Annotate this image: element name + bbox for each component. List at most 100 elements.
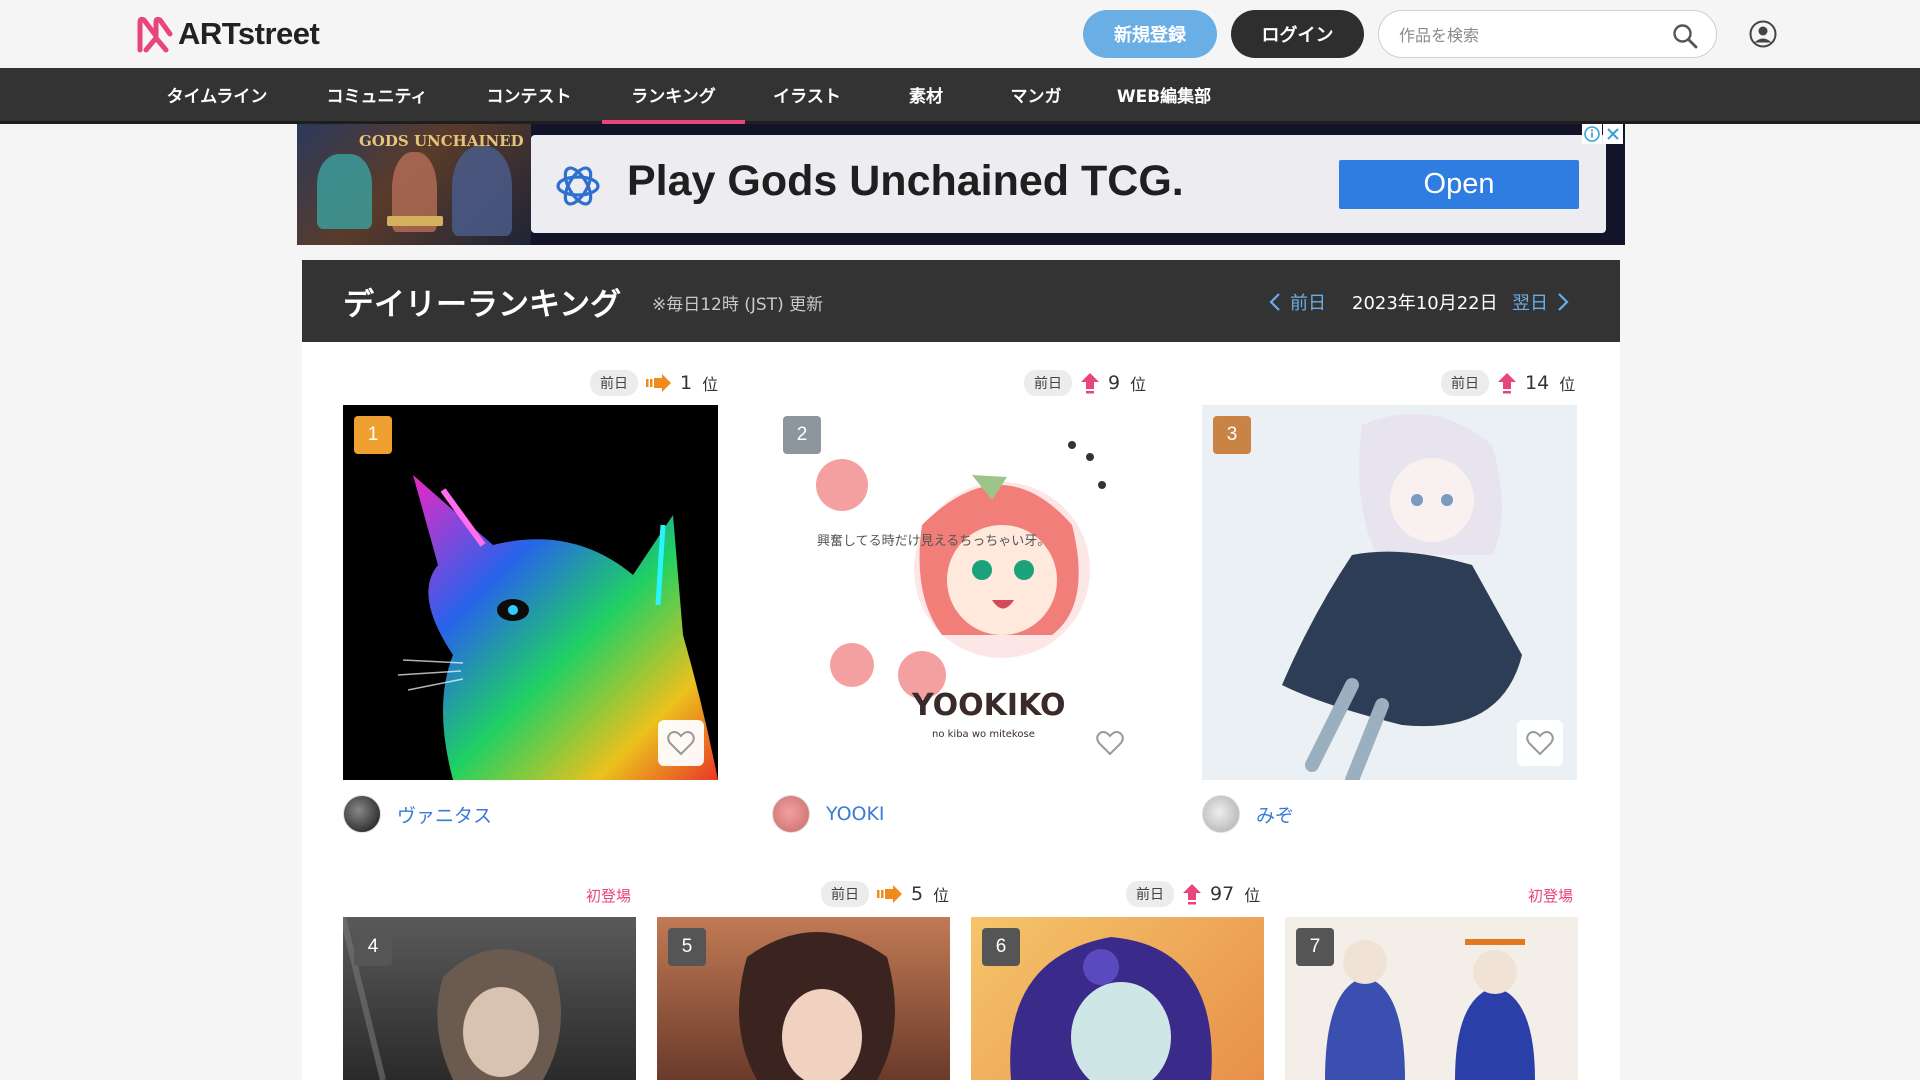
prev-day-badge: 前日	[1126, 881, 1174, 907]
ad-info-icon[interactable]	[1582, 124, 1602, 144]
ad-banner[interactable]: GODS UNCHAINED Play Gods Unchained TCG. …	[297, 124, 1625, 245]
rank-number-badge: 3	[1213, 416, 1251, 454]
artwork-thumbnail-2[interactable]: 興奮してる時だけ見えるちっちゃい牙。 YOOKIKO no kiba wo mi…	[772, 405, 1147, 780]
first-appearance-label: 初登場	[586, 887, 632, 905]
artwork-subtitle-text: no kiba wo mitekose	[932, 729, 1035, 740]
rank-number-badge: 2	[783, 416, 821, 454]
nav-item-illust[interactable]: イラスト	[766, 68, 848, 121]
favorite-button[interactable]	[1087, 720, 1133, 766]
artwork-thumbnail-7[interactable]: 7	[1285, 917, 1578, 1080]
pos-suffix: 位	[933, 886, 950, 905]
author-1[interactable]: ヴァニタス	[343, 795, 492, 833]
favorite-button[interactable]	[1517, 720, 1563, 766]
author-3[interactable]: みぞ	[1202, 795, 1294, 833]
nav-item-contest[interactable]: コンテスト	[474, 68, 584, 121]
artwork-thumbnail-3[interactable]: 3	[1202, 405, 1577, 780]
ranking-title: デイリーランキング	[343, 287, 622, 323]
next-day-label: 翌日	[1512, 293, 1548, 314]
rank-change-6: 前日 97 位	[1126, 881, 1260, 907]
heart-icon	[667, 731, 695, 756]
avatar[interactable]	[1202, 795, 1240, 833]
author-name[interactable]: みぞ	[1256, 801, 1294, 828]
artstreet-logo-icon	[137, 16, 173, 53]
prev-day-badge: 前日	[1024, 370, 1072, 396]
rank-change-2: 前日 9位	[1024, 370, 1146, 396]
author-name[interactable]: ヴァニタス	[397, 801, 492, 828]
main-nav: タイムライン コミュニティ コンテスト ランキング イラスト 素材 マンガ WE…	[0, 68, 1920, 124]
avatar[interactable]	[772, 795, 810, 833]
chevron-right-icon	[1558, 293, 1569, 311]
avatar[interactable]	[343, 795, 381, 833]
artwork-thumbnail-4[interactable]: 4	[343, 917, 636, 1080]
next-day-link[interactable]: 翌日	[1512, 289, 1570, 315]
artwork-thumbnail-6[interactable]: 6	[971, 917, 1264, 1080]
nav-item-ranking[interactable]: ランキング	[602, 68, 745, 124]
nav-item-manga[interactable]: マンガ	[996, 68, 1076, 121]
rank-up-arrow-icon	[1183, 884, 1201, 905]
pos-suffix: 位	[1559, 375, 1576, 394]
artwork-thumbnail-5[interactable]: 5	[657, 917, 950, 1080]
prev-day-badge: 前日	[821, 881, 869, 907]
site-logo[interactable]: ARTstreet	[136, 14, 320, 54]
pos-suffix: 位	[702, 375, 719, 394]
author-name[interactable]: YOOKI	[826, 803, 885, 825]
ranking-header: デイリーランキング ※毎日12時 (JST) 更新 前日 2023年10月22日…	[302, 260, 1620, 342]
ad-close-icon[interactable]	[1603, 124, 1623, 144]
ad-game-title: GODS UNCHAINED	[359, 132, 524, 150]
rank-up-arrow-icon	[1498, 373, 1516, 394]
rank-same-arrow-icon	[646, 374, 671, 392]
nav-item-material[interactable]: 素材	[890, 68, 962, 121]
rank-number-badge: 7	[1296, 928, 1334, 966]
chevron-left-icon	[1269, 293, 1280, 311]
rank-change-5: 前日 5位	[821, 881, 949, 907]
rank-change-3: 前日 14 位	[1441, 370, 1575, 396]
search-icon[interactable]	[1672, 23, 1698, 49]
previous-day-label: 前日	[1290, 293, 1326, 314]
pos-suffix: 位	[1130, 375, 1147, 394]
ad-character-figure	[317, 154, 372, 229]
artwork-thumbnail-1[interactable]: 1	[343, 405, 718, 780]
ranking-date: 2023年10月22日	[1352, 293, 1498, 314]
ad-image-play-button	[387, 216, 443, 226]
prev-day-badge: 前日	[1441, 370, 1489, 396]
artwork-caption: 興奮してる時だけ見えるちっちゃい牙。	[817, 534, 1050, 549]
user-account-icon[interactable]	[1749, 20, 1777, 48]
nav-item-community[interactable]: コミュニティ	[312, 68, 442, 121]
rank-number-badge: 6	[982, 928, 1020, 966]
logo-text: ARTstreet	[178, 16, 320, 51]
prev-day-badge: 前日	[590, 370, 638, 396]
first-appearance-label: 初登場	[1528, 887, 1574, 905]
site-header: ARTstreet 新規登録 ログイン	[0, 0, 1920, 68]
ad-headline: Play Gods Unchained TCG.	[627, 157, 1184, 205]
favorite-button[interactable]	[658, 720, 704, 766]
search-input[interactable]	[1399, 23, 1659, 47]
rank-up-arrow-icon	[1081, 373, 1099, 394]
rank-number-badge: 5	[668, 928, 706, 966]
rank-same-arrow-icon	[877, 885, 902, 903]
nav-item-web-editorial[interactable]: WEB編集部	[1106, 68, 1222, 121]
rank-change-1: 前日 1位	[590, 370, 718, 396]
heart-icon	[1526, 731, 1554, 756]
ad-game-image[interactable]: GODS UNCHAINED	[297, 124, 531, 245]
pos-suffix: 位	[1244, 886, 1261, 905]
ad-character-figure	[452, 146, 512, 236]
previous-day-link[interactable]: 前日	[1268, 289, 1326, 315]
prev-rank-value: 1	[680, 372, 693, 394]
artwork-title-text: YOOKIKO	[911, 688, 1065, 723]
ad-card[interactable]: Play Gods Unchained TCG. Open	[531, 135, 1606, 233]
heart-icon	[1096, 731, 1124, 756]
prev-rank-value: 9	[1108, 372, 1121, 394]
rank-number-badge: 1	[354, 416, 392, 454]
ranking-panel: デイリーランキング ※毎日12時 (JST) 更新 前日 2023年10月22日…	[302, 260, 1620, 1080]
rank-number-badge: 4	[354, 928, 392, 966]
ranking-update-note: ※毎日12時 (JST) 更新	[652, 295, 824, 315]
nav-item-timeline[interactable]: タイムライン	[154, 68, 280, 121]
author-2[interactable]: YOOKI	[772, 795, 885, 833]
ad-open-button[interactable]: Open	[1339, 160, 1579, 209]
login-button[interactable]: ログイン	[1231, 10, 1364, 58]
search-box	[1378, 10, 1717, 58]
prev-rank-value: 5	[911, 883, 924, 905]
openai-logo-icon	[556, 166, 600, 206]
register-button[interactable]: 新規登録	[1083, 10, 1217, 58]
prev-rank-value: 97	[1210, 883, 1235, 905]
